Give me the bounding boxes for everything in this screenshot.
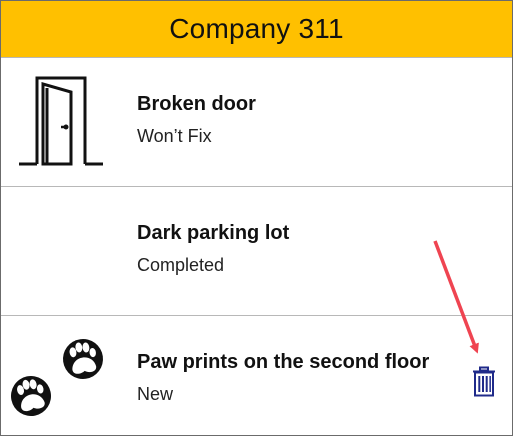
door-icon <box>19 76 103 166</box>
delete-button[interactable] <box>470 366 498 398</box>
item-status: Completed <box>137 255 225 275</box>
trash-icon <box>473 366 495 397</box>
header-bar: Company 311 <box>1 1 512 58</box>
issue-list: Broken door Won’t Fix Dark parking lot C… <box>1 58 512 435</box>
item-status: New <box>137 384 174 404</box>
item-title: Broken door <box>137 93 256 115</box>
list-item-paw-prints[interactable]: Paw prints on the second floor New <box>1 316 512 435</box>
item-title: Dark parking lot <box>137 222 290 244</box>
list-item-broken-door[interactable]: Broken door Won’t Fix <box>1 58 512 187</box>
item-title: Paw prints on the second floor <box>137 351 430 373</box>
paw-prints-icon <box>11 339 103 416</box>
app-window: Company 311 Broken door Won’t Fix Dark p… <box>0 0 513 436</box>
list-item-dark-parking-lot[interactable]: Dark parking lot Completed <box>1 187 512 316</box>
item-status: Won’t Fix <box>137 126 212 146</box>
app-title: Company 311 <box>169 13 344 44</box>
